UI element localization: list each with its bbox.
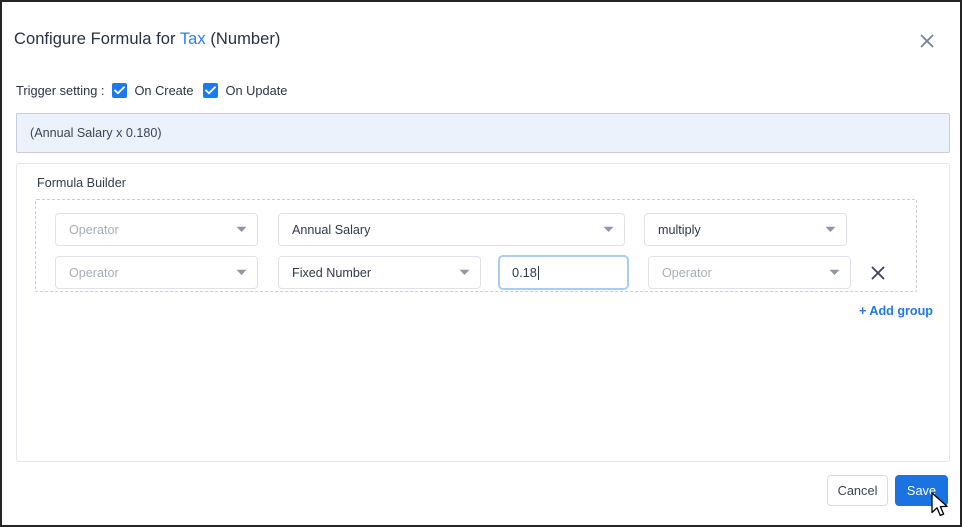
field-value-row1: Annual Salary: [292, 222, 371, 237]
number-input-value: 0.18: [512, 265, 537, 280]
save-button-label: Save: [906, 483, 937, 498]
formula-group: Operator Annual Salary multiply Operator…: [35, 199, 917, 292]
remove-row-button[interactable]: [868, 263, 888, 283]
trigger-setting-row: Trigger setting : On Create On Update: [16, 80, 297, 100]
operator-left-value-row2: Operator: [69, 265, 119, 280]
page-title-suffix: (Number): [205, 30, 281, 48]
chevron-down-icon: [236, 269, 247, 276]
dialog-footer: Cancel Save: [2, 467, 960, 525]
add-group-label: Add group: [869, 304, 933, 318]
cancel-button-label: Cancel: [837, 483, 878, 498]
checkbox-on-create[interactable]: [112, 82, 128, 98]
cancel-button[interactable]: Cancel: [827, 475, 888, 506]
close-icon[interactable]: [914, 28, 940, 54]
chevron-down-icon: [825, 226, 836, 233]
operator-right-dropdown-row2[interactable]: Operator: [648, 256, 851, 289]
operator-left-value-row1: Operator: [69, 222, 119, 237]
operator-right-value-row2: Operator: [662, 265, 712, 280]
chevron-down-icon: [829, 269, 840, 276]
formula-preview-expression: (Annual Salary x 0.180): [30, 126, 162, 140]
chevron-down-icon: [459, 269, 470, 276]
dialog-header: Configure Formula for Tax (Number): [2, 2, 960, 68]
operator-left-dropdown-row1[interactable]: Operator: [55, 213, 258, 246]
type-value-row2: Fixed Number: [292, 265, 372, 280]
dialog-window: Configure Formula for Tax (Number) Trigg…: [0, 0, 962, 527]
checkbox-on-create-label: On Create: [134, 82, 194, 98]
formula-preview: (Annual Salary x 0.180): [16, 113, 950, 153]
formula-builder-card: Formula Builder Operator Annual Salary m…: [16, 163, 950, 462]
plus-icon: +: [858, 304, 867, 318]
page-title-field-name: Tax: [179, 30, 206, 48]
add-group-button[interactable]: + Add group: [859, 304, 933, 318]
type-dropdown-row2[interactable]: Fixed Number: [278, 256, 481, 289]
trigger-option-on-update[interactable]: On Update: [203, 82, 288, 98]
number-input-row2[interactable]: 0.18: [498, 255, 629, 290]
page-title: Configure Formula for Tax (Number): [14, 30, 280, 49]
formula-row: Operator Annual Salary multiply: [36, 213, 916, 246]
chevron-down-icon: [236, 226, 247, 233]
field-dropdown-row1[interactable]: Annual Salary: [278, 213, 625, 246]
operator-left-dropdown-row2[interactable]: Operator: [55, 256, 258, 289]
text-cursor: [537, 265, 539, 280]
operator-right-value-row1: multiply: [658, 222, 701, 237]
trigger-setting-label: Trigger setting :: [16, 82, 105, 98]
operator-right-dropdown-row1[interactable]: multiply: [644, 213, 847, 246]
trigger-option-on-create[interactable]: On Create: [112, 82, 194, 98]
save-button[interactable]: Save: [895, 475, 948, 506]
chevron-down-icon: [603, 226, 614, 233]
formula-row: Operator Fixed Number 0.18 Operator: [36, 255, 916, 290]
formula-builder-label: Formula Builder: [37, 176, 126, 190]
checkbox-on-update[interactable]: [203, 82, 219, 98]
page-title-prefix: Configure Formula for: [14, 30, 180, 48]
checkbox-on-update-label: On Update: [225, 82, 288, 98]
